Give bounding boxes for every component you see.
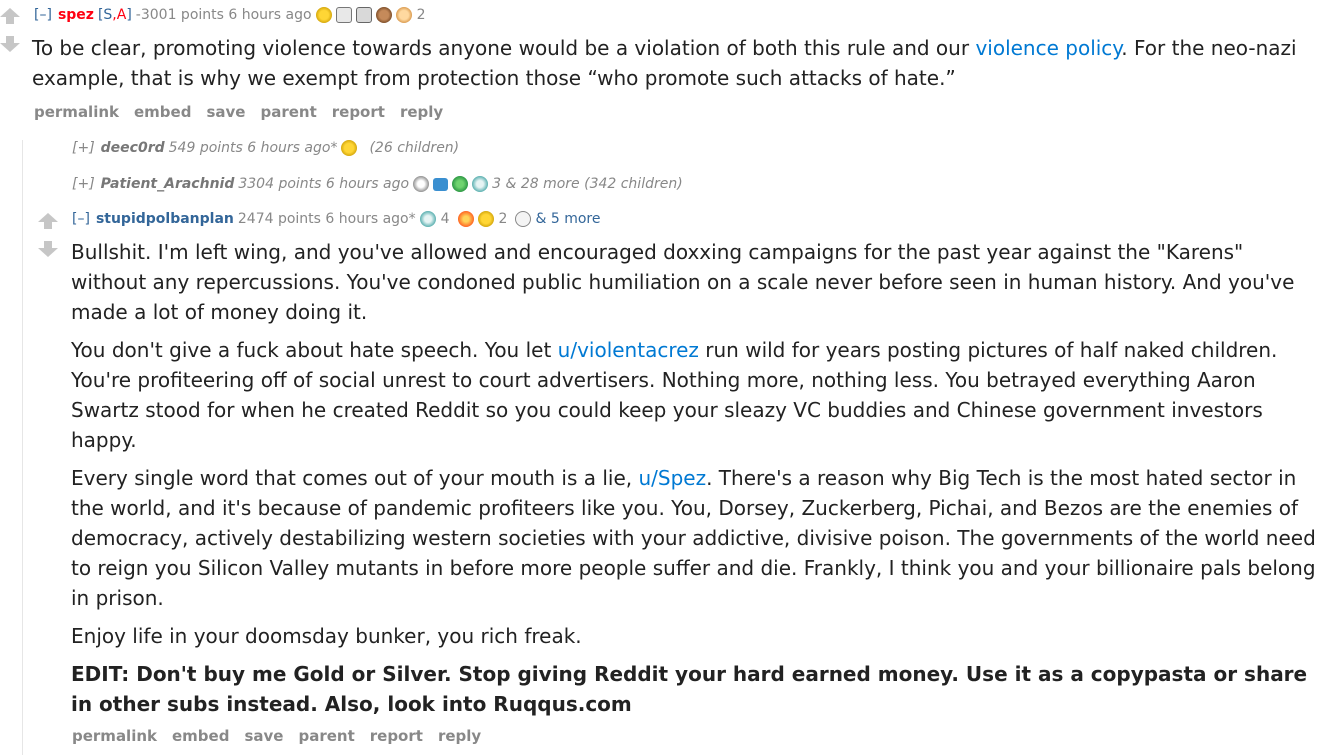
score-and-time: 549 points 6 hours ago* — [168, 140, 338, 156]
comment-patient-arachnid-collapsed: [+] Patient_Arachnid 3304 points 6 hours… — [72, 176, 683, 192]
award-count: 2 — [416, 7, 426, 23]
downvote-arrow[interactable] — [0, 43, 20, 52]
monkey-award-icon[interactable] — [375, 7, 392, 23]
report-button[interactable]: report — [370, 727, 423, 745]
upvote-arrow[interactable] — [0, 8, 20, 17]
crown-award-icon[interactable] — [452, 176, 469, 192]
reply-button[interactable]: reply — [400, 103, 443, 121]
author-link[interactable]: deec0rd — [101, 140, 165, 156]
comment-tagline: [–] stupidpolbanplan 2474 points 6 hours… — [72, 211, 600, 227]
comment-buttons: permalink embed save parent report reply — [34, 103, 443, 121]
permalink-button[interactable]: permalink — [34, 103, 119, 121]
comment-paragraph: Every single word that comes out of your… — [71, 466, 1316, 610]
author-link[interactable]: stupidpolbanplan — [96, 211, 234, 227]
comment-paragraph: To be clear, promoting violence towards … — [32, 36, 1297, 90]
score-and-time: 2474 points 6 hours ago* — [237, 211, 416, 227]
children-count: (26 children) — [369, 140, 460, 156]
downvote-stem — [6, 36, 14, 43]
spez-user-link[interactable]: u/Spez — [638, 466, 706, 490]
comment-buttons: permalink embed save parent report reply — [72, 727, 481, 745]
collapse-toggle[interactable]: [–] — [34, 7, 52, 23]
report-button[interactable]: report — [332, 103, 385, 121]
upvote-stem — [6, 17, 14, 24]
upvote-arrow[interactable] — [38, 213, 58, 222]
more-awards-link[interactable]: & 5 more — [535, 211, 600, 227]
embed-button[interactable]: embed — [172, 727, 229, 745]
gold-award-icon[interactable] — [477, 211, 494, 227]
hand-award-icon[interactable] — [515, 211, 532, 227]
author-link[interactable]: Patient_Arachnid — [101, 176, 235, 192]
permalink-button[interactable]: permalink — [72, 727, 157, 745]
downvote-stem — [44, 241, 52, 248]
violence-policy-link[interactable]: violence policy — [975, 36, 1121, 60]
comment-body: Bullshit. I'm left wing, and you've allo… — [71, 237, 1321, 727]
parent-button[interactable]: parent — [260, 103, 316, 121]
score-and-time: -3001 points 6 hours ago — [135, 7, 312, 23]
comment-paragraph: Bullshit. I'm left wing, and you've allo… — [71, 240, 1295, 324]
reply-button[interactable]: reply — [438, 727, 481, 745]
awards-more-and-children[interactable]: 3 & 28 more (342 children) — [492, 176, 683, 192]
thread-line[interactable] — [22, 140, 23, 755]
violentacrez-user-link[interactable]: u/violentacrez — [558, 338, 699, 362]
upvote-stem — [44, 222, 52, 229]
comment-body: To be clear, promoting violence towards … — [32, 33, 1322, 101]
comment-paragraph: You don't give a fuck about hate speech.… — [71, 338, 1278, 452]
collapse-toggle[interactable]: [–] — [72, 211, 90, 227]
award-count: 4 — [440, 211, 450, 227]
gold-award-icon[interactable] — [341, 140, 358, 156]
book-award-icon[interactable] — [433, 177, 449, 191]
embed-button[interactable]: embed — [134, 103, 191, 121]
face-award-icon[interactable] — [395, 7, 412, 23]
downvote-arrow[interactable] — [38, 248, 58, 257]
fire-award-icon[interactable] — [457, 211, 474, 227]
silver-award-icon[interactable] — [419, 211, 436, 227]
score-and-time: 3304 points 6 hours ago — [238, 176, 410, 192]
comment-tagline: [–] spez [S,A] -3001 points 6 hours ago … — [34, 7, 430, 23]
wholesome-award-icon[interactable] — [413, 176, 430, 192]
comment-deec0rd-collapsed: [+] deec0rd 549 points 6 hours ago* (26 … — [72, 140, 459, 156]
parent-button[interactable]: parent — [298, 727, 354, 745]
press-f-award-icon[interactable] — [335, 7, 352, 23]
save-button[interactable]: save — [206, 103, 245, 121]
scroll-award-icon[interactable] — [355, 7, 372, 23]
admin-flair: [S,A] — [97, 7, 132, 23]
expand-toggle[interactable]: [+] — [72, 176, 95, 192]
award-count: 2 — [498, 211, 508, 227]
author-link[interactable]: spez — [58, 7, 94, 23]
comment-edit-paragraph: EDIT: Don't buy me Gold or Silver. Stop … — [71, 662, 1308, 716]
expand-toggle[interactable]: [+] — [72, 140, 95, 156]
save-button[interactable]: save — [244, 727, 283, 745]
gold-award-icon[interactable] — [315, 7, 332, 23]
comment-paragraph: Enjoy life in your doomsday bunker, you … — [71, 624, 582, 648]
silver-award-icon[interactable] — [472, 176, 489, 192]
